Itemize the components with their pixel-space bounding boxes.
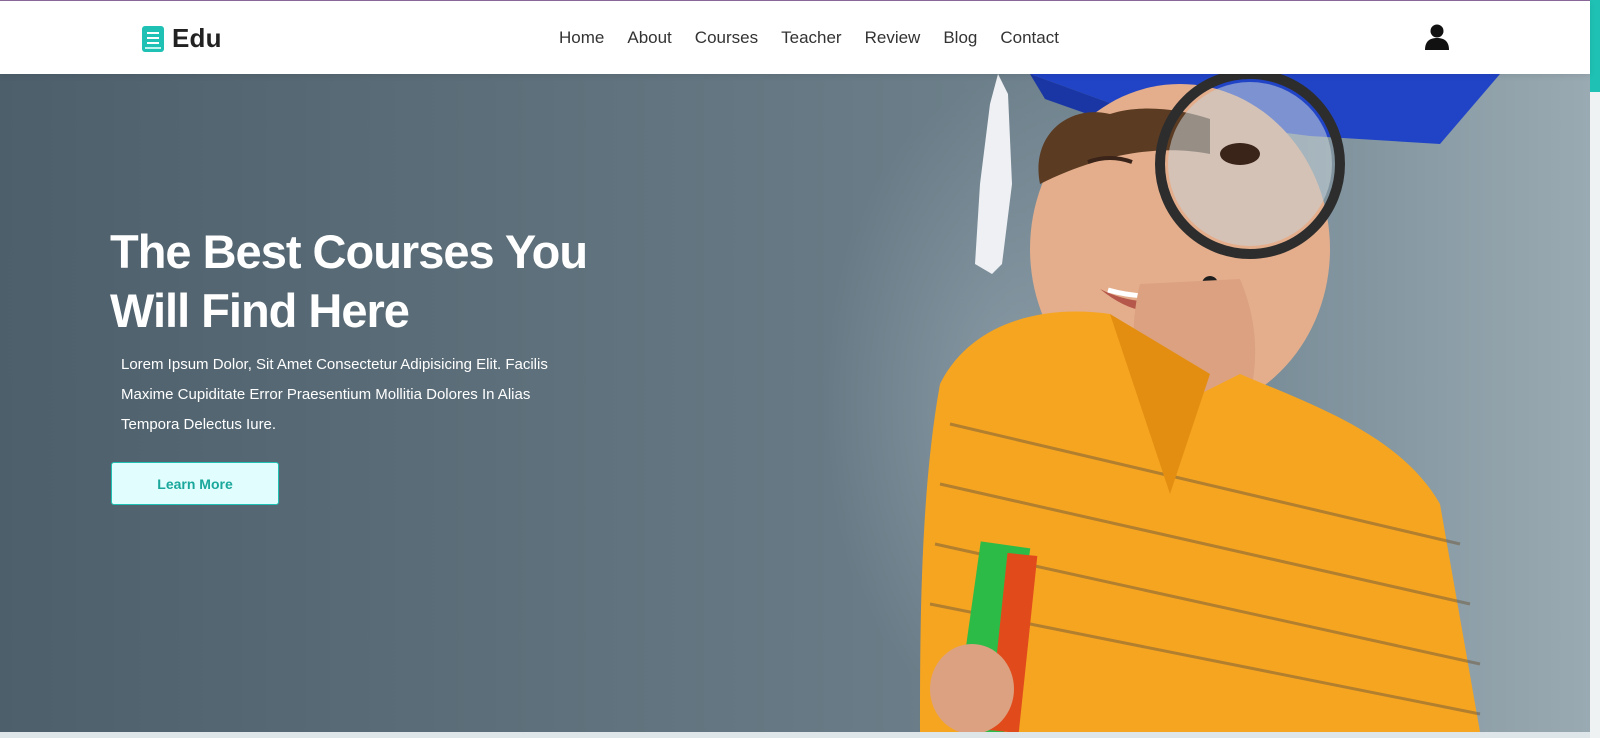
book-icon xyxy=(142,25,164,52)
hero-description-line-1: Lorem Ipsum Dolor, Sit Amet Consectetur … xyxy=(121,356,548,373)
hero-title: The Best Courses You Will Find Here xyxy=(110,222,670,340)
nav-item-review[interactable]: Review xyxy=(865,28,921,48)
learn-more-button[interactable]: Learn More xyxy=(111,462,279,505)
main-nav: Home About Courses Teacher Review Blog C… xyxy=(559,28,1059,48)
hero-bottom-strip xyxy=(0,732,1590,738)
brand-name: Edu xyxy=(172,23,222,53)
hero-description-line-3: Tempora Delectus Iure. xyxy=(121,416,277,433)
page-scrollbar-thumb[interactable] xyxy=(1590,0,1600,92)
hero-description: Lorem Ipsum Dolor, Sit Amet Consectetur … xyxy=(121,350,591,440)
student-with-magnifying-glass-image xyxy=(920,74,1500,732)
nav-item-blog[interactable]: Blog xyxy=(943,28,977,48)
nav-item-courses[interactable]: Courses xyxy=(695,28,758,48)
nav-item-teacher[interactable]: Teacher xyxy=(781,28,841,48)
hero-title-line-2: Will Find Here xyxy=(110,284,410,337)
nav-item-about[interactable]: About xyxy=(627,28,671,48)
hero-section: The Best Courses You Will Find Here Lore… xyxy=(0,74,1590,732)
hero-description-line-2: Maxime Cupiditate Error Praesentium Moll… xyxy=(121,386,531,403)
hero-title-line-1: The Best Courses You xyxy=(110,225,588,278)
site-header: Edu Home About Courses Teacher Review Bl… xyxy=(0,1,1590,74)
logo[interactable]: Edu xyxy=(142,23,222,54)
page-scrollbar-track[interactable] xyxy=(1590,0,1600,738)
nav-item-contact[interactable]: Contact xyxy=(1000,28,1059,48)
user-icon[interactable] xyxy=(1425,24,1449,50)
nav-item-home[interactable]: Home xyxy=(559,28,604,48)
